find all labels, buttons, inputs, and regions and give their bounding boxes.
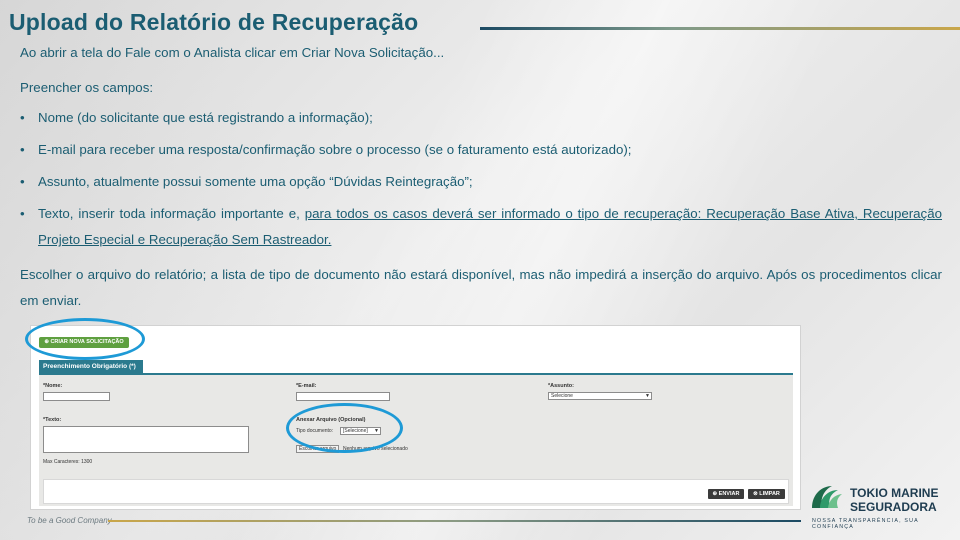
bullet-texto-prefix: Texto, inserir toda informação important… — [38, 206, 305, 221]
title-divider — [480, 27, 960, 30]
brand-name-line1: TOKIO MARINE — [850, 486, 939, 500]
name-label: *Nome: — [43, 383, 63, 389]
bullet-dot: • — [20, 142, 25, 157]
name-input[interactable] — [43, 392, 110, 401]
request-form: *Nome: *E-mail: *Assunto: Selecione ▼ *T… — [39, 373, 793, 506]
bullet-dot: • — [20, 206, 25, 221]
email-input[interactable] — [296, 392, 390, 401]
intro-text: Ao abrir a tela do Fale com o Analista c… — [20, 45, 445, 60]
brand-tagline: NOSSA TRANSPARÊNCIA, SUA CONFIANÇA — [812, 518, 919, 530]
clear-button[interactable]: ⊗ LIMPAR — [748, 489, 785, 499]
bullet-text: Texto, inserir toda informação important… — [38, 201, 942, 253]
highlight-create-request — [25, 318, 145, 360]
bullet-text: Nome (do solicitante que está registrand… — [38, 110, 373, 125]
email-label: *E-mail: — [296, 383, 317, 389]
highlight-attach-file — [286, 403, 403, 453]
footer-tagline: To be a Good Company — [27, 516, 112, 525]
closing-text: Escolher o arquivo do relatório; a lista… — [20, 267, 942, 308]
fill-fields-text: Preencher os campos: — [20, 80, 154, 95]
footer-divider — [108, 520, 801, 522]
required-fields-tab[interactable]: Preenchimento Obrigatório (*) — [39, 360, 143, 373]
form-screenshot: ⊕ CRIAR NOVA SOLICITAÇÃO Preenchimento O… — [30, 325, 801, 510]
bullet-dot: • — [20, 174, 25, 189]
slide-title: Upload do Relatório de Recuperação — [9, 9, 419, 35]
text-textarea[interactable] — [43, 426, 249, 453]
subject-value: Selecione — [551, 393, 573, 399]
action-bar: ⊕ ENVIAR ⊗ LIMPAR — [43, 479, 789, 504]
brand-name-line2: SEGURADORA — [850, 500, 937, 514]
text-label: *Texto: — [43, 417, 62, 423]
subject-label: *Assunto: — [548, 383, 574, 389]
bullet-text: Assunto, atualmente possui somente uma o… — [38, 174, 473, 189]
max-chars-text: Max Caracteres: 1300 — [43, 459, 93, 465]
tokio-marine-logo-icon — [812, 486, 842, 508]
bullet-text: E-mail para receber uma resposta/confirm… — [38, 142, 632, 157]
bullet-dot: • — [20, 110, 25, 125]
chevron-down-icon: ▼ — [645, 393, 650, 399]
subject-select[interactable]: Selecione ▼ — [548, 392, 652, 400]
send-button[interactable]: ⊕ ENVIAR — [708, 489, 744, 499]
